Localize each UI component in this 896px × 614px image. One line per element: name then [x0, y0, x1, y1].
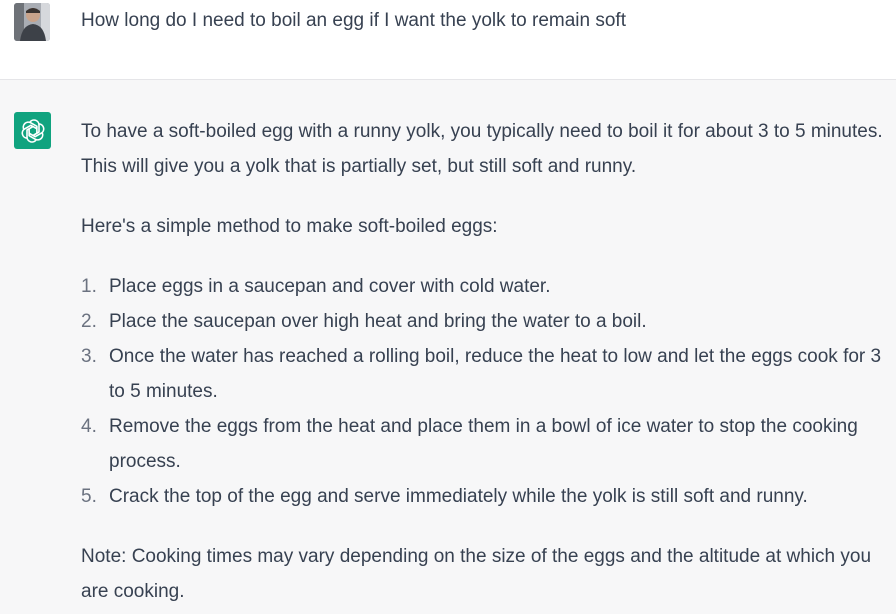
- steps-list: 1. Place eggs in a saucepan and cover wi…: [81, 269, 886, 514]
- user-message-text: How long do I need to boil an egg if I w…: [81, 10, 626, 31]
- list-item-text: Crack the top of the egg and serve immed…: [109, 486, 808, 507]
- list-item: 3. Once the water has reached a rolling …: [81, 339, 886, 409]
- openai-logo-icon: [14, 112, 51, 149]
- user-message: How long do I need to boil an egg if I w…: [0, 0, 896, 80]
- list-item-text: Place eggs in a saucepan and cover with …: [109, 276, 551, 297]
- list-item-number: 3.: [81, 346, 97, 367]
- list-item: 2. Place the saucepan over high heat and…: [81, 304, 886, 339]
- list-item-text: Once the water has reached a rolling boi…: [109, 346, 882, 402]
- list-item: 1. Place eggs in a saucepan and cover wi…: [81, 269, 886, 304]
- intro-paragraph: To have a soft-boiled egg with a runny y…: [81, 121, 883, 177]
- list-item-number: 2.: [81, 311, 97, 332]
- list-item: 4. Remove the eggs from the heat and pla…: [81, 409, 886, 479]
- user-avatar-photo: [14, 3, 50, 41]
- list-item-number: 1.: [81, 276, 97, 297]
- list-item-number: 5.: [81, 486, 97, 507]
- note-paragraph: Note: Cooking times may vary depending o…: [81, 546, 872, 602]
- list-item-text: Remove the eggs from the heat and place …: [109, 416, 858, 472]
- list-item-text: Place the saucepan over high heat and br…: [109, 311, 647, 332]
- assistant-message-content: To have a soft-boiled egg with a runny y…: [81, 114, 886, 609]
- user-avatar: [14, 3, 50, 41]
- assistant-message: To have a soft-boiled egg with a runny y…: [0, 80, 896, 614]
- list-item-number: 4.: [81, 416, 97, 437]
- method-heading: Here's a simple method to make soft-boil…: [81, 216, 498, 237]
- list-item: 5. Crack the top of the egg and serve im…: [81, 479, 886, 514]
